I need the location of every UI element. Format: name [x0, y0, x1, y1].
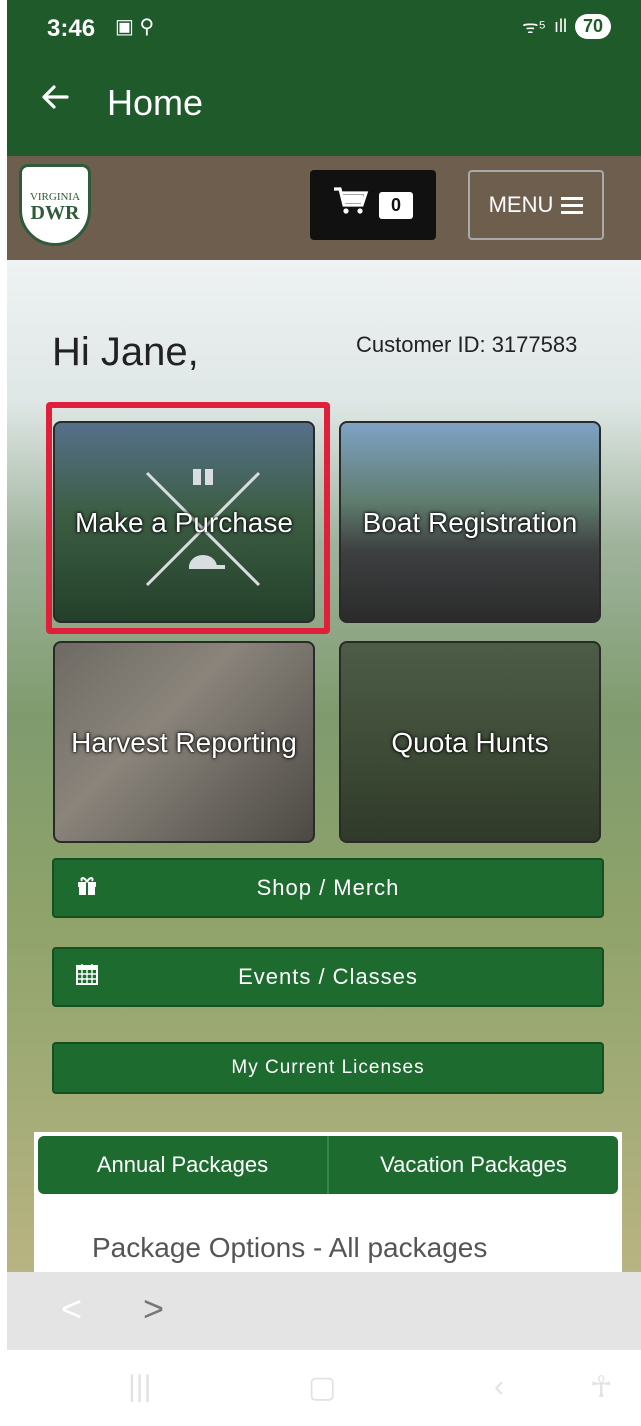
events-classes-button[interactable]: Events / Classes: [52, 947, 604, 1007]
events-classes-label: Events / Classes: [238, 964, 418, 989]
shopping-cart-icon: [333, 186, 369, 224]
status-notification-icons: ▣ ⚲: [115, 16, 155, 38]
tile-label: Harvest Reporting: [71, 727, 297, 758]
home-icon[interactable]: ▢: [308, 1370, 336, 1405]
menu-button[interactable]: MENU: [468, 170, 604, 240]
tile-label: Boat Registration: [362, 507, 578, 538]
shop-merch-label: Shop / Merch: [256, 875, 400, 900]
cart-count-badge: 0: [378, 191, 413, 219]
highlight-box: [46, 402, 330, 634]
my-current-licenses-button[interactable]: My Current Licenses: [52, 1042, 604, 1094]
greeting: Hi Jane,: [52, 330, 199, 374]
browser-back-button[interactable]: <: [61, 1288, 82, 1330]
package-options-heading: Package Options - All packages: [92, 1232, 488, 1263]
app-bar-title: Home: [107, 82, 204, 123]
browser-nav-bar: < >: [7, 1272, 641, 1350]
logo-line-2: DWR: [30, 202, 80, 224]
gift-svg: [78, 876, 96, 895]
tile-quota-hunts[interactable]: Quota Hunts: [339, 641, 601, 843]
cart-svg: [333, 187, 369, 214]
my-current-licenses-label: My Current Licenses: [231, 1057, 425, 1078]
gift-icon: [76, 874, 98, 903]
system-nav-bar: ||| ▢ ‹ ☥: [0, 1350, 641, 1426]
calendar-svg: [76, 963, 98, 985]
package-tabs: Annual Packages Vacation Packages: [38, 1136, 618, 1194]
back-arrow-icon[interactable]: [39, 80, 71, 123]
tile-boat-registration[interactable]: Boat Registration: [339, 421, 601, 623]
hamburger-icon: [561, 197, 584, 214]
app-bar: Home: [7, 60, 641, 156]
menu-label: MENU: [488, 192, 554, 217]
accessibility-icon[interactable]: ☥: [590, 1370, 612, 1405]
shop-merch-button[interactable]: Shop / Merch: [52, 858, 604, 918]
status-bar: 3:46 ▣ ⚲ ᯤ⁵ ıll 70: [7, 0, 641, 60]
cell-signal-icon: ıll: [553, 16, 567, 36]
status-time: 3:46: [47, 15, 96, 42]
tab-annual-packages[interactable]: Annual Packages: [38, 1136, 327, 1194]
cart-button[interactable]: 0: [310, 170, 436, 240]
recent-apps-icon[interactable]: |||: [128, 1370, 151, 1404]
customer-id: Customer ID: 3177583: [356, 332, 578, 357]
tile-harvest-reporting[interactable]: Harvest Reporting: [53, 641, 315, 843]
dwr-logo[interactable]: VIRGINIA DWR: [19, 164, 91, 246]
status-right-icons: ᯤ⁵ ıll 70: [522, 14, 611, 39]
wifi-icon: ᯤ⁵: [522, 16, 546, 37]
browser-forward-button[interactable]: >: [143, 1288, 164, 1330]
site-header: VIRGINIA DWR 0 MENU: [7, 156, 641, 260]
battery-indicator: 70: [574, 14, 611, 39]
calendar-icon: [76, 963, 98, 992]
tab-vacation-packages[interactable]: Vacation Packages: [327, 1136, 618, 1194]
arrow-left-icon: [42, 85, 69, 109]
tile-label: Quota Hunts: [391, 727, 549, 758]
back-icon[interactable]: ‹: [494, 1370, 504, 1404]
